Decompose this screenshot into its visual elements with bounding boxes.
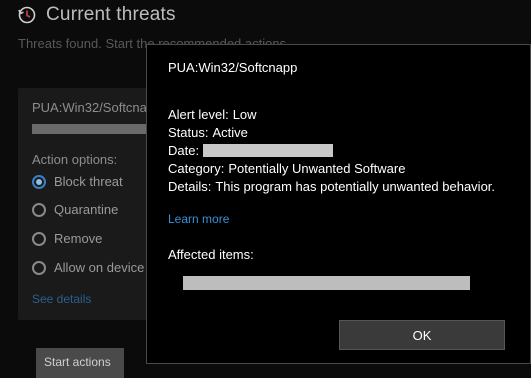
radio-label: Allow on device (54, 260, 145, 275)
details-label: Details: (168, 179, 212, 194)
alert-level-value: Low (232, 107, 257, 122)
date-label: Date: (168, 143, 200, 158)
dialog-title: PUA:Win32/Softcnapp (168, 60, 298, 75)
threat-details-dialog: PUA:Win32/Softcnapp Alert level: Low Sta… (146, 44, 531, 364)
status-value: Active (212, 125, 248, 140)
radio-remove[interactable]: Remove (32, 231, 102, 246)
date-redacted (203, 144, 334, 157)
radio-label: Block threat (54, 174, 123, 189)
category-label: Category: (168, 161, 225, 176)
radio-icon[interactable] (32, 202, 46, 217)
date-row: Date: (168, 143, 334, 158)
ok-button[interactable]: OK (339, 320, 505, 350)
action-options-label: Action options: (32, 152, 118, 167)
radio-label: Remove (54, 231, 103, 246)
radio-icon[interactable] (32, 260, 46, 275)
radio-icon[interactable] (32, 231, 46, 246)
radio-allow-on-device[interactable]: Allow on device (32, 260, 144, 275)
details-row: Details: This program has potentially un… (168, 179, 495, 194)
radio-selected-icon[interactable] (32, 174, 46, 189)
details-value: This program has potentially unwanted be… (215, 179, 496, 194)
category-row: Category: Potentially Unwanted Software (168, 161, 405, 176)
affected-items-label: Affected items: (168, 247, 254, 262)
start-actions-button[interactable]: Start actions (36, 348, 124, 378)
radio-block-threat[interactable]: Block threat (32, 174, 123, 189)
alert-level-row: Alert level: Low (168, 107, 257, 122)
status-row: Status: Active (168, 125, 248, 140)
category-value: Potentially Unwanted Software (228, 161, 406, 176)
learn-more-link[interactable]: Learn more (168, 212, 229, 226)
page-title: Current threats (46, 4, 176, 25)
radio-quarantine[interactable]: Quarantine (32, 202, 118, 217)
see-details-link[interactable]: See details (32, 292, 91, 306)
threat-name: PUA:Win32/Softcnapp (32, 100, 162, 115)
alert-level-label: Alert level: (168, 107, 229, 122)
status-label: Status: (168, 125, 209, 140)
page-header: Current threats (16, 2, 176, 28)
affected-item-redacted (183, 276, 470, 290)
shield-history-icon (18, 6, 36, 24)
radio-label: Quarantine (54, 202, 119, 217)
